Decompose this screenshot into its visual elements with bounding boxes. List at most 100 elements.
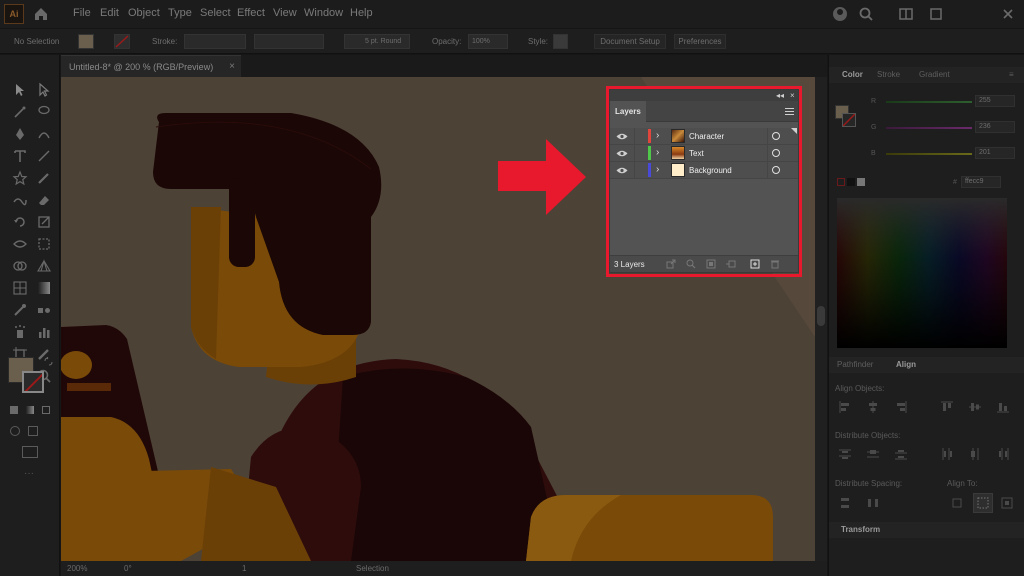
direct-selection-tool-icon[interactable] <box>36 82 52 98</box>
stroke-swatch[interactable] <box>114 34 130 49</box>
blend-tool-icon[interactable] <box>36 302 52 318</box>
curvature-tool-icon[interactable] <box>36 126 52 142</box>
tab-gradient[interactable]: Gradient <box>919 70 950 79</box>
color-mode-icon[interactable] <box>10 406 18 414</box>
close-panel-icon[interactable]: × <box>790 91 795 100</box>
g-value[interactable]: 236 <box>975 121 1015 133</box>
shape-builder-tool-icon[interactable] <box>12 258 28 274</box>
draw-behind-icon[interactable] <box>28 426 38 436</box>
align-right-icon[interactable] <box>895 401 907 413</box>
layer-row-character[interactable]: › Character <box>610 128 798 145</box>
screen-mode-icon[interactable] <box>22 446 38 458</box>
create-new-layer-icon[interactable] <box>750 259 760 269</box>
menu-help[interactable]: Help <box>350 7 373 19</box>
mesh-tool-icon[interactable] <box>12 280 28 296</box>
shaper-tool-icon[interactable] <box>12 192 28 208</box>
close-tab-icon[interactable]: × <box>229 61 235 72</box>
gradient-mode-icon[interactable] <box>26 406 34 414</box>
layers-panel-titlebar[interactable]: ◂◂ × <box>610 90 798 101</box>
align-left-icon[interactable] <box>839 401 851 413</box>
line-tool-icon[interactable] <box>36 148 52 164</box>
rotation-value[interactable]: 0° <box>124 564 132 573</box>
r-slider[interactable] <box>886 101 972 103</box>
close-window-icon[interactable] <box>1000 6 1016 22</box>
lock-column[interactable] <box>634 145 635 161</box>
align-to-selection-icon[interactable] <box>951 497 963 509</box>
menu-file[interactable]: File <box>73 7 91 19</box>
zoom-level[interactable]: 200% <box>67 564 87 573</box>
expand-chevron-icon[interactable]: › <box>656 147 659 158</box>
distribute-vcenter-icon[interactable] <box>867 448 879 460</box>
color-spectrum[interactable] <box>837 198 1007 348</box>
target-circle-icon[interactable] <box>772 149 780 157</box>
make-clipping-mask-icon[interactable] <box>706 259 716 269</box>
fill-swatch[interactable] <box>78 34 94 49</box>
brush-field[interactable]: 5 pt. Round <box>344 34 410 49</box>
rotate-tool-icon[interactable] <box>12 214 28 230</box>
swap-colors-icon[interactable] <box>44 357 53 366</box>
pen-tool-icon[interactable] <box>12 126 28 142</box>
stroke-weight-field[interactable] <box>184 34 246 49</box>
scale-tool-icon[interactable] <box>36 214 52 230</box>
visibility-eye-icon[interactable] <box>616 166 628 175</box>
horizontal-spacing-icon[interactable] <box>867 497 879 509</box>
locate-object-icon[interactable] <box>686 259 696 269</box>
layer-row-background[interactable]: › Background <box>610 162 798 179</box>
distribute-right-icon[interactable] <box>997 448 1009 460</box>
distribute-hcenter-icon[interactable] <box>969 448 981 460</box>
tab-pathfinder[interactable]: Pathfinder <box>837 360 873 369</box>
b-value[interactable]: 201 <box>975 147 1015 159</box>
none-swatch-icon[interactable] <box>837 178 845 186</box>
user-icon[interactable] <box>832 6 848 22</box>
draw-mode-icon[interactable] <box>10 426 20 436</box>
collapse-panel-icon[interactable]: ◂◂ <box>776 91 784 100</box>
hex-value[interactable]: ffecc9 <box>961 176 1001 188</box>
menu-select[interactable]: Select <box>200 7 231 19</box>
menu-window[interactable]: Window <box>304 7 343 19</box>
free-transform-tool-icon[interactable] <box>36 236 52 252</box>
menu-edit[interactable]: Edit <box>100 7 119 19</box>
tab-color[interactable]: Color <box>842 70 863 79</box>
distribute-top-icon[interactable] <box>839 448 851 460</box>
gradient-tool-icon[interactable] <box>36 280 52 296</box>
selection-tool-icon[interactable] <box>12 82 28 98</box>
layer-row-text[interactable]: › Text <box>610 145 798 162</box>
distribute-left-icon[interactable] <box>941 448 953 460</box>
visibility-eye-icon[interactable] <box>616 149 628 158</box>
perspective-grid-tool-icon[interactable] <box>36 258 52 274</box>
layer-name[interactable]: Background <box>689 166 732 175</box>
workspace-icon[interactable] <box>898 6 914 22</box>
document-setup-button[interactable]: Document Setup <box>594 34 666 49</box>
pencil-tool-icon[interactable] <box>36 170 52 186</box>
distribute-bottom-icon[interactable] <box>895 448 907 460</box>
stroke-color-swatch[interactable] <box>842 113 856 127</box>
opacity-field[interactable]: 100% <box>468 34 508 49</box>
export-icon[interactable] <box>666 259 676 269</box>
style-swatch[interactable] <box>553 34 568 49</box>
expand-chevron-icon[interactable]: › <box>656 164 659 175</box>
tab-layers[interactable]: Layers <box>610 101 646 122</box>
document-tab[interactable]: Untitled-8* @ 200 % (RGB/Preview) × <box>61 55 241 77</box>
align-bottom-icon[interactable] <box>997 401 1009 413</box>
lock-column[interactable] <box>634 128 635 144</box>
menu-type[interactable]: Type <box>168 7 192 19</box>
black-swatch[interactable] <box>847 178 855 186</box>
create-sublayer-icon[interactable] <box>726 259 736 269</box>
stroke-color-box[interactable] <box>22 371 44 393</box>
edit-toolbar-icon[interactable]: ··· <box>24 468 34 479</box>
scroll-thumb[interactable] <box>817 306 825 326</box>
delete-layer-icon[interactable] <box>770 259 780 269</box>
artboard-number[interactable]: 1 <box>242 564 246 573</box>
minimize-icon[interactable] <box>928 6 944 22</box>
g-slider[interactable] <box>886 127 972 129</box>
eraser-tool-icon[interactable] <box>36 192 52 208</box>
panel-menu-icon[interactable]: ≡ <box>1009 70 1014 79</box>
width-tool-icon[interactable] <box>12 236 28 252</box>
magic-wand-tool-icon[interactable] <box>12 104 28 120</box>
r-value[interactable]: 255 <box>975 95 1015 107</box>
expand-chevron-icon[interactable]: › <box>656 130 659 141</box>
white-swatch[interactable] <box>857 178 865 186</box>
tab-align[interactable]: Align <box>896 360 916 369</box>
align-top-icon[interactable] <box>941 401 953 413</box>
align-vertical-center-icon[interactable] <box>969 401 981 413</box>
